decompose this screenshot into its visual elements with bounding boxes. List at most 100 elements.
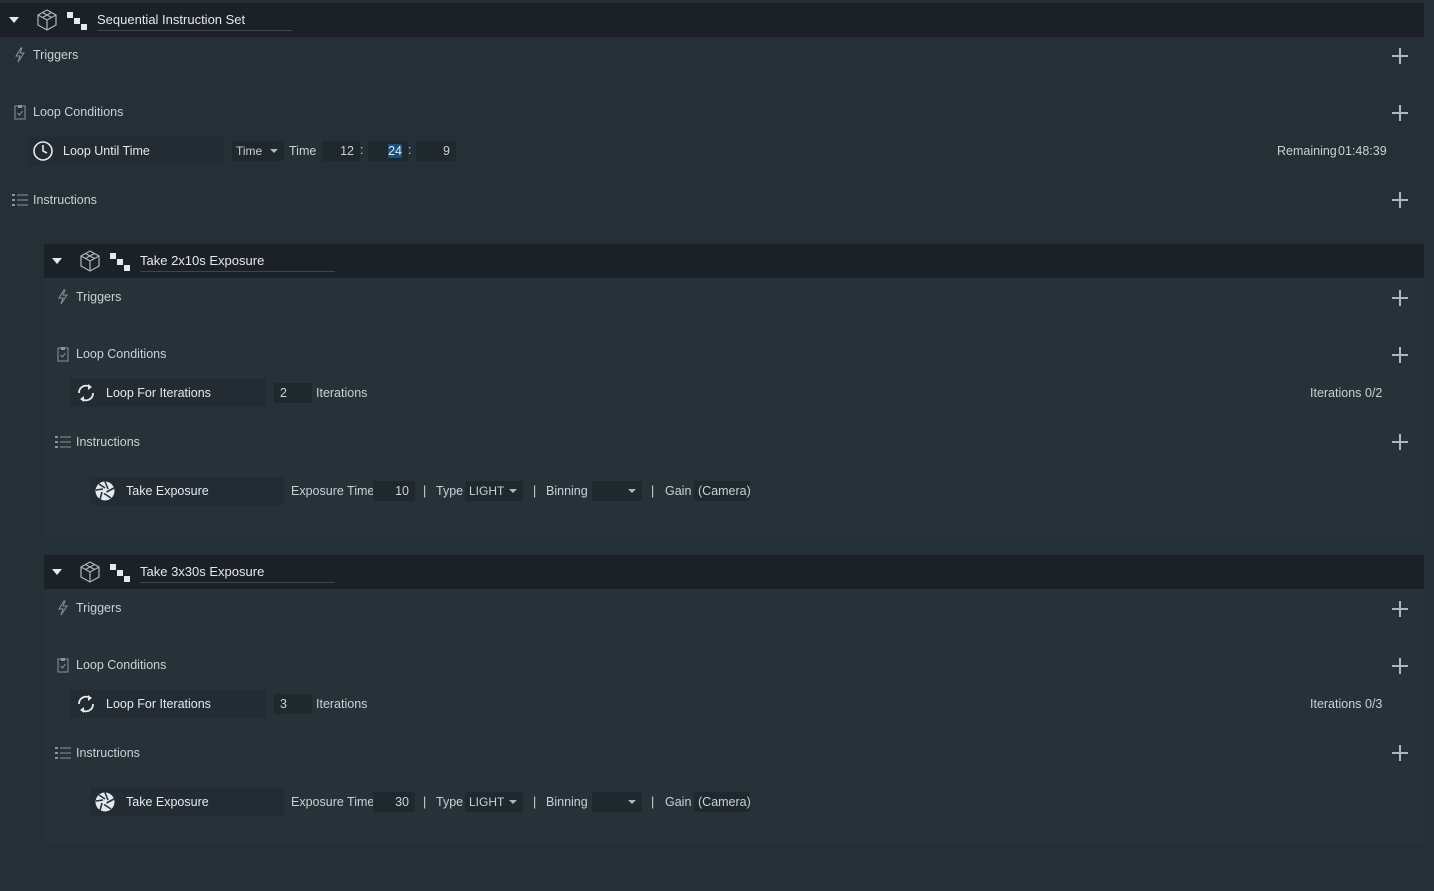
time-mode-dropdown[interactable]: Time — [232, 141, 284, 161]
root-add-instruction-button[interactable] — [1392, 192, 1408, 208]
block-add-condition-button[interactable] — [1392, 347, 1408, 363]
block-loop-conditions-label: Loop Conditions — [76, 658, 167, 672]
gain-label: Gain — [665, 484, 692, 498]
loop-icon — [78, 384, 94, 402]
take-exposure-name: Take Exposure — [126, 795, 209, 809]
root-add-condition-button[interactable] — [1392, 105, 1408, 121]
instruction-set-block: Take 3x30s Exposure Triggers Loop Condit… — [44, 555, 1424, 845]
separator: | — [423, 795, 427, 809]
shutter-icon — [95, 481, 115, 501]
gain-label: Gain — [665, 795, 692, 809]
exposure-time-field[interactable]: 10 — [373, 481, 415, 501]
block-add-instruction-button[interactable] — [1392, 434, 1408, 450]
iterations-label: Iterations — [316, 697, 368, 711]
type-label: Type — [436, 484, 464, 498]
block-title[interactable]: Take 2x10s Exposure — [140, 253, 335, 272]
clock-icon — [33, 141, 53, 161]
root-add-trigger-button[interactable] — [1392, 48, 1408, 64]
sequence-root: Sequential Instruction Set Triggers Loop… — [0, 0, 1434, 891]
block-add-instruction-button[interactable] — [1392, 745, 1408, 761]
chevron-down-icon — [509, 489, 517, 493]
binning-label: Binning — [546, 795, 588, 809]
collapse-arrow-icon[interactable] — [52, 258, 62, 264]
time-mode-value: Time — [236, 144, 263, 158]
block-add-trigger-button[interactable] — [1392, 601, 1408, 617]
block-title[interactable]: Take 3x30s Exposure — [140, 564, 335, 583]
separator: | — [651, 484, 655, 498]
shutter-icon — [95, 792, 115, 812]
iterations-field[interactable]: 2 — [274, 383, 312, 403]
remaining-label: Remaining — [1277, 144, 1337, 158]
hours-colon: : — [360, 143, 364, 157]
separator: | — [533, 795, 537, 809]
collapse-arrow-icon[interactable] — [9, 17, 19, 23]
cube-icon — [80, 561, 100, 583]
block-instructions-label: Instructions — [76, 746, 140, 760]
block-header: Take 3x30s Exposure — [44, 555, 1424, 589]
separator: | — [651, 795, 655, 809]
list-icon — [55, 436, 71, 448]
instruction-set-block: Take 2x10s Exposure Triggers Loop Condit… — [44, 244, 1424, 534]
take-exposure-name: Take Exposure — [126, 484, 209, 498]
lightning-icon — [58, 289, 68, 305]
exposure-time-label: Exposure Time — [291, 795, 375, 809]
sequence-icon — [110, 253, 130, 271]
cube-icon — [80, 250, 100, 272]
iterations-progress-label: Iterations — [1310, 386, 1362, 400]
iterations-field[interactable]: 3 — [274, 694, 312, 714]
type-dropdown[interactable]: LIGHT — [465, 481, 523, 501]
gain-field[interactable]: (Camera) — [694, 792, 751, 812]
type-dropdown[interactable]: LIGHT — [465, 792, 523, 812]
time-label: Time — [289, 144, 317, 158]
clipboard-icon — [57, 347, 69, 362]
gain-field[interactable]: (Camera) — [694, 481, 751, 501]
root-triggers-label: Triggers — [33, 48, 79, 62]
clipboard-icon — [57, 658, 69, 673]
iterations-progress-value: 0/3 — [1365, 697, 1383, 711]
separator: | — [533, 484, 537, 498]
block-header: Take 2x10s Exposure — [44, 244, 1424, 278]
type-label: Type — [436, 795, 464, 809]
iterations-progress-label: Iterations — [1310, 697, 1362, 711]
binning-label: Binning — [546, 484, 588, 498]
hours-field[interactable]: 12 — [322, 141, 360, 161]
root-instructions-label: Instructions — [33, 193, 97, 207]
block-add-condition-button[interactable] — [1392, 658, 1408, 674]
root-loop-conditions-label: Loop Conditions — [33, 105, 124, 119]
iterations-label: Iterations — [316, 386, 368, 400]
minutes-field[interactable]: 24 — [368, 141, 408, 161]
lightning-icon — [15, 47, 25, 63]
separator: | — [423, 484, 427, 498]
chevron-down-icon — [509, 800, 517, 804]
loop-for-iterations-name: Loop For Iterations — [106, 386, 211, 400]
loop-icon — [78, 695, 94, 713]
chevron-down-icon — [628, 800, 636, 804]
block-triggers-label: Triggers — [76, 601, 122, 615]
root-title[interactable]: Sequential Instruction Set — [97, 12, 292, 31]
loop-for-iterations-name: Loop For Iterations — [106, 697, 211, 711]
root-header: Sequential Instruction Set — [0, 3, 1424, 37]
type-value: LIGHT — [469, 484, 505, 498]
block-add-trigger-button[interactable] — [1392, 290, 1408, 306]
type-value: LIGHT — [469, 795, 505, 809]
loop-until-time-name: Loop Until Time — [63, 144, 150, 158]
sequence-icon — [67, 12, 87, 30]
seconds-field[interactable]: 9 — [416, 141, 456, 161]
cube-icon — [37, 9, 57, 31]
remaining-value: 01:48:39 — [1338, 144, 1387, 158]
block-loop-conditions-label: Loop Conditions — [76, 347, 167, 361]
minutes-value: 24 — [388, 144, 402, 158]
list-icon — [12, 194, 28, 206]
collapse-arrow-icon[interactable] — [52, 569, 62, 575]
chevron-down-icon — [270, 149, 278, 153]
minutes-colon: : — [408, 143, 412, 157]
exposure-time-field[interactable]: 30 — [373, 792, 415, 812]
binning-dropdown[interactable] — [592, 792, 642, 812]
exposure-time-label: Exposure Time — [291, 484, 375, 498]
binning-dropdown[interactable] — [592, 481, 642, 501]
clipboard-icon — [14, 105, 26, 120]
block-triggers-label: Triggers — [76, 290, 122, 304]
list-icon — [55, 747, 71, 759]
block-instructions-label: Instructions — [76, 435, 140, 449]
chevron-down-icon — [628, 489, 636, 493]
